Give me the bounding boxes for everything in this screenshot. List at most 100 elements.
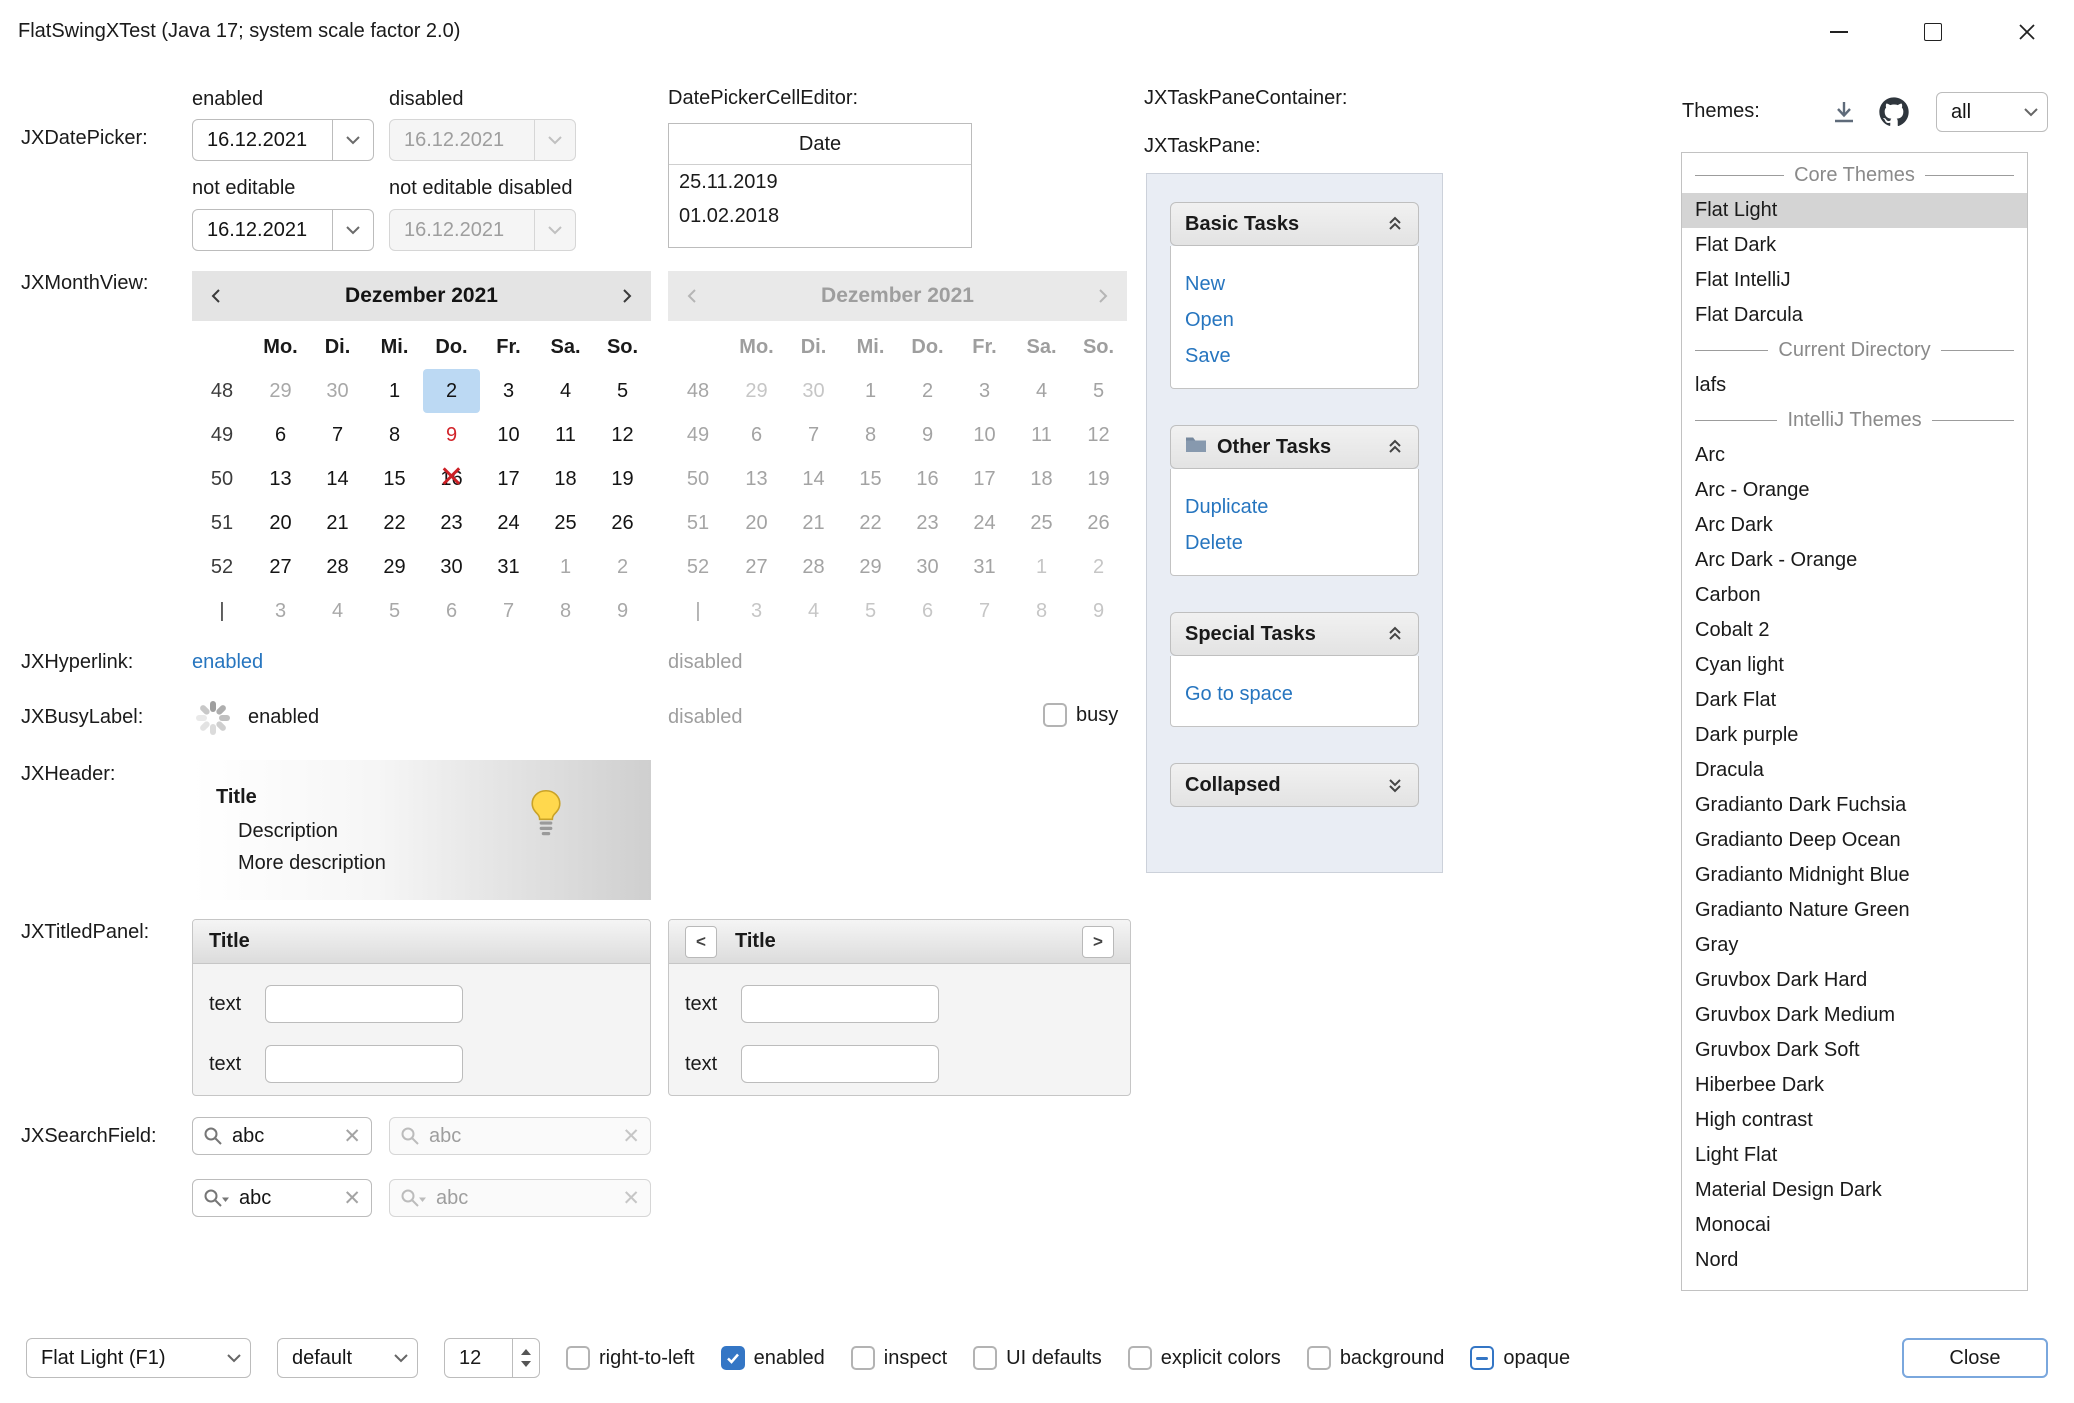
collapse-icon[interactable] <box>1386 625 1404 643</box>
theme-list-item[interactable]: Gradianto Dark Fuchsia <box>1682 788 2027 823</box>
checkbox-enabled[interactable]: enabled <box>721 1346 825 1370</box>
day-cell[interactable]: 15 <box>366 457 423 501</box>
theme-list-item[interactable]: Cyan light <box>1682 648 2027 683</box>
day-cell[interactable]: 23 <box>423 501 480 545</box>
datepicker-enabled[interactable]: 16.12.2021 <box>192 119 374 161</box>
datepicker-dropdown-button[interactable] <box>332 120 373 160</box>
theme-list-item[interactable]: Flat Dark <box>1682 228 2027 263</box>
day-cell[interactable]: 2 <box>594 545 651 589</box>
theme-list-item[interactable]: Dark Flat <box>1682 683 2027 718</box>
day-cell[interactable]: 16✕ <box>423 457 480 501</box>
collapse-icon[interactable] <box>1386 438 1404 456</box>
theme-list-item[interactable]: Arc <box>1682 438 2027 473</box>
header-left-button[interactable]: < <box>685 926 717 958</box>
taskpane-header[interactable]: Basic Tasks <box>1170 202 1419 246</box>
theme-list-item[interactable]: Arc Dark - Orange <box>1682 543 2027 578</box>
day-cell[interactable]: 6 <box>252 413 309 457</box>
theme-list-item[interactable]: Arc - Orange <box>1682 473 2027 508</box>
day-cell[interactable]: 20 <box>252 501 309 545</box>
taskpane-header[interactable]: Special Tasks <box>1170 612 1419 656</box>
spinner-buttons[interactable] <box>512 1339 539 1377</box>
day-cell[interactable]: 30 <box>423 545 480 589</box>
download-themes-button[interactable] <box>1828 96 1860 128</box>
day-cell[interactable]: 24 <box>480 501 537 545</box>
hyperlink-enabled[interactable]: enabled <box>192 651 263 674</box>
task-action-link[interactable]: Duplicate <box>1185 489 1418 525</box>
day-cell[interactable]: 17 <box>480 457 537 501</box>
theme-list-item[interactable]: Gradianto Midnight Blue <box>1682 858 2027 893</box>
theme-list-item[interactable]: Gruvbox Dark Medium <box>1682 998 2027 1033</box>
task-action-link[interactable]: Save <box>1185 338 1418 374</box>
day-cell[interactable]: 8 <box>366 413 423 457</box>
day-cell[interactable]: 25 <box>537 501 594 545</box>
task-action-link[interactable]: Open <box>1185 302 1418 338</box>
theme-list-item[interactable]: Material Design Dark <box>1682 1173 2027 1208</box>
day-cell[interactable]: 3 <box>480 369 537 413</box>
day-cell[interactable]: 31 <box>480 545 537 589</box>
text-input[interactable] <box>741 985 939 1023</box>
day-cell[interactable]: 4 <box>309 589 366 633</box>
task-action-link[interactable]: Delete <box>1185 525 1418 561</box>
checkbox-right-to-left[interactable]: right-to-left <box>566 1346 695 1370</box>
day-cell[interactable]: 2 <box>423 369 480 413</box>
themes-filter-combo[interactable]: all <box>1936 92 2048 132</box>
search-value[interactable]: abc <box>239 1187 334 1210</box>
day-cell[interactable]: 9 <box>423 413 480 457</box>
day-cell[interactable]: 3 <box>252 589 309 633</box>
day-cell[interactable]: 30 <box>309 369 366 413</box>
theme-list-item[interactable]: Carbon <box>1682 578 2027 613</box>
day-cell[interactable]: 21 <box>309 501 366 545</box>
checkbox-ui-defaults[interactable]: UI defaults <box>973 1346 1102 1370</box>
clear-icon[interactable]: ✕ <box>343 1186 361 1211</box>
search-field-with-menu-enabled[interactable]: abc ✕ <box>192 1179 372 1217</box>
theme-list-item[interactable]: lafs <box>1682 368 2027 403</box>
theme-list-item[interactable]: Flat IntelliJ <box>1682 263 2027 298</box>
taskpane-header[interactable]: Collapsed <box>1170 763 1419 807</box>
checkbox-background[interactable]: background <box>1307 1346 1445 1370</box>
day-cell[interactable]: 26 <box>594 501 651 545</box>
day-cell[interactable]: 6 <box>423 589 480 633</box>
header-right-button[interactable]: > <box>1082 926 1114 958</box>
font-size-spinner[interactable]: 12 <box>444 1338 540 1378</box>
day-cell[interactable]: 14 <box>309 457 366 501</box>
day-cell[interactable]: 22 <box>366 501 423 545</box>
datepicker-not-editable[interactable]: 16.12.2021 <box>192 209 374 251</box>
checkbox-opaque[interactable]: opaque <box>1470 1346 1570 1370</box>
close-window-button[interactable] <box>1980 0 2074 63</box>
task-action-link[interactable]: New <box>1185 266 1418 302</box>
datepicker-dropdown-button[interactable] <box>332 210 373 250</box>
day-cell[interactable]: 8 <box>537 589 594 633</box>
theme-list-item[interactable]: Gruvbox Dark Hard <box>1682 963 2027 998</box>
collapse-icon[interactable] <box>1386 215 1404 233</box>
day-cell[interactable]: 12 <box>594 413 651 457</box>
day-cell[interactable]: 10 <box>480 413 537 457</box>
table-column-header[interactable]: Date <box>669 124 971 165</box>
day-cell[interactable]: 4 <box>537 369 594 413</box>
theme-list-item[interactable]: Gradianto Deep Ocean <box>1682 823 2027 858</box>
theme-list-item[interactable]: Hiberbee Dark <box>1682 1068 2027 1103</box>
text-input[interactable] <box>265 1045 463 1083</box>
theme-list-item[interactable]: Gruvbox Dark Soft <box>1682 1033 2027 1068</box>
date-value[interactable]: 16.12.2021 <box>193 129 332 152</box>
checkbox-inspect[interactable]: inspect <box>851 1346 947 1370</box>
lookandfeel-combo[interactable]: default <box>277 1338 418 1378</box>
day-cell[interactable]: 18 <box>537 457 594 501</box>
day-cell[interactable]: 9 <box>594 589 651 633</box>
theme-list-item[interactable]: Monocai <box>1682 1208 2027 1243</box>
day-cell[interactable]: 5 <box>366 589 423 633</box>
minimize-button[interactable] <box>1792 0 1886 63</box>
next-month-button[interactable] <box>617 287 635 305</box>
expand-icon[interactable] <box>1386 776 1404 794</box>
theme-list-item[interactable]: Arc Dark <box>1682 508 2027 543</box>
date-cell-row[interactable]: 25.11.2019 <box>669 165 971 199</box>
day-cell[interactable]: 13 <box>252 457 309 501</box>
search-value[interactable]: abc <box>232 1125 334 1148</box>
theme-list-item[interactable]: Dracula <box>1682 753 2027 788</box>
search-field-enabled[interactable]: abc ✕ <box>192 1117 372 1155</box>
day-cell[interactable]: 1 <box>366 369 423 413</box>
theme-list-item[interactable]: Dark purple <box>1682 718 2027 753</box>
previous-month-button[interactable] <box>208 287 226 305</box>
day-cell[interactable]: 19 <box>594 457 651 501</box>
checkbox-busy[interactable]: busy <box>1043 703 1118 727</box>
theme-list-item[interactable]: Flat Darcula <box>1682 298 2027 333</box>
